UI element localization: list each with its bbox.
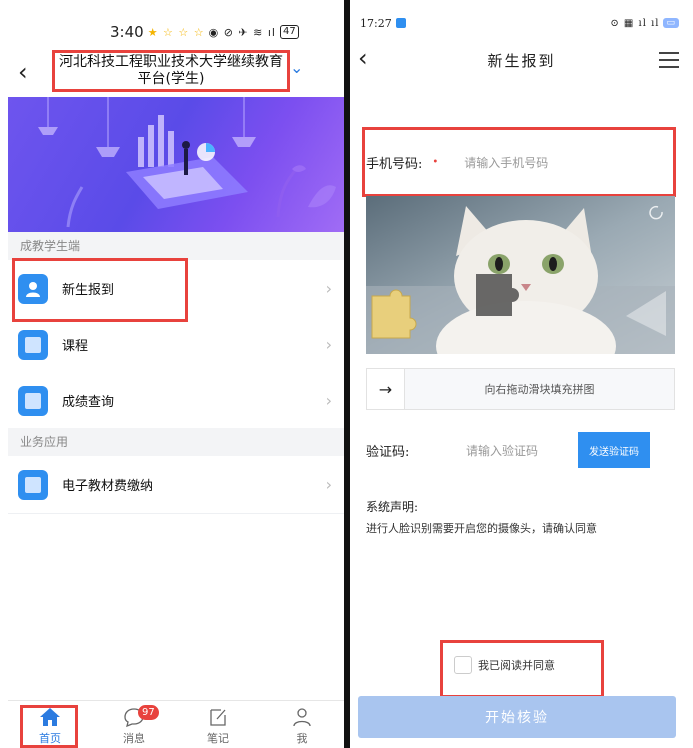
declaration-title: 系统声明: (366, 500, 419, 514)
code-input[interactable]: 请输入验证码 (466, 442, 578, 459)
send-code-button[interactable]: 发送验证码 (578, 432, 650, 468)
app-header: ‹ 新生报到 (350, 40, 693, 80)
status-time: 3:40 (110, 23, 144, 41)
menu-item-label: 成绩查询 (62, 395, 115, 410)
chevron-right-icon: › (325, 475, 332, 494)
chevron-right-icon: › (325, 279, 332, 298)
agree-row[interactable]: 我已阅读并同意 (454, 656, 555, 674)
page-title: 新生报到 (487, 52, 556, 70)
person-icon (18, 273, 48, 304)
tab-home[interactable]: 首页 (8, 701, 92, 748)
battery-icon: ▭ (663, 18, 679, 28)
battery-icon: 47 (279, 25, 299, 39)
captcha-slider[interactable]: → 向右拖动滑块填充拼图 (366, 368, 675, 410)
code-field-row: 验证码: 请输入验证码 发送验证码 (366, 430, 675, 470)
menu-item-label: 课程 (62, 339, 89, 354)
chevron-down-icon[interactable]: ⌄ (290, 58, 303, 77)
menu-item-textbook-fee[interactable]: 电子教材费缴纳 › (8, 456, 344, 514)
left-screen: 3:40 ★ ☆ ☆ ☆ ◉ ⊘ ✈ ≋ ıl 47 ‹ 河北科技工程职业技术大… (0, 0, 344, 748)
status-bar: 17:27 ⊙ ▦ ıl ıl ▭ (360, 14, 679, 32)
captcha-puzzle-image (366, 196, 675, 354)
menu-item-courses[interactable]: 课程 › (8, 316, 344, 374)
chevron-right-icon: › (325, 335, 332, 354)
notification-icon (395, 18, 406, 28)
section-header-student: 成教学生端 (8, 232, 344, 260)
agree-checkbox[interactable] (454, 656, 472, 674)
user-icon (291, 704, 313, 730)
page-title: 河北科技工程职业技术大学继续教育平台(学生) (52, 50, 290, 92)
menu-item-label: 新生报到 (62, 283, 115, 298)
note-icon (207, 704, 229, 730)
home-icon (39, 704, 61, 730)
menu-icon[interactable] (659, 52, 679, 73)
status-time: 17:27 (360, 16, 392, 30)
tab-label: 笔记 (207, 732, 229, 745)
agree-label: 我已阅读并同意 (478, 659, 555, 672)
section-header-business: 业务应用 (8, 428, 344, 456)
tab-label: 首页 (39, 732, 61, 745)
tab-label: 消息 (123, 732, 145, 745)
tab-notes[interactable]: 笔记 (176, 701, 260, 748)
signal-icons: ⊙ ▦ ıl ıl ▭ (610, 18, 679, 29)
signal-icons: ◉ ⊘ ✈ ≋ ıl (208, 25, 276, 39)
back-icon[interactable]: ‹ (18, 58, 28, 86)
notification-icons: ★ ☆ ☆ ☆ (147, 25, 205, 39)
menu-item-label: 电子教材费缴纳 (62, 479, 154, 494)
tab-label: 我 (296, 732, 308, 745)
phone-input[interactable]: 请输入手机号码 (464, 154, 548, 171)
slider-hint: 向右拖动滑块填充拼图 (484, 383, 595, 396)
status-bar: 3:40 ★ ☆ ☆ ☆ ◉ ⊘ ✈ ≋ ıl 47 (110, 22, 344, 42)
message-count-badge: 97 (138, 705, 159, 720)
menu-item-grades[interactable]: 成绩查询 › (8, 372, 344, 430)
book-icon (18, 329, 48, 360)
book-icon (18, 469, 48, 500)
tab-messages[interactable]: 97 消息 (92, 701, 176, 748)
slider-handle[interactable]: → (367, 369, 405, 409)
chevron-right-icon: › (325, 391, 332, 410)
phone-label: 手机号码: (366, 156, 423, 172)
banner-image (8, 97, 344, 232)
required-mark: • (432, 156, 439, 168)
bottom-tab-bar: 首页 97 消息 笔记 我 (8, 700, 344, 748)
phone-field-row: 手机号码: • 请输入手机号码 (366, 148, 671, 176)
declaration-text: 进行人脸识别需要开启您的摄像头，请确认同意 (366, 522, 597, 535)
book-icon (18, 385, 48, 416)
app-header: ‹ 河北科技工程职业技术大学继续教育平台(学生) ⌄ (0, 50, 344, 96)
start-verification-button[interactable]: 开始核验 (358, 696, 676, 738)
page-title-text: 河北科技工程职业技术大学继续教育平台(学生) (59, 54, 283, 87)
tab-me[interactable]: 我 (260, 701, 344, 748)
code-label: 验证码: (366, 444, 410, 460)
menu-item-enrollment[interactable]: 新生报到 › (8, 260, 344, 318)
right-screen: 17:27 ⊙ ▦ ıl ıl ▭ ‹ 新生报到 手机号码: • 请输入手机号码 (350, 0, 693, 748)
